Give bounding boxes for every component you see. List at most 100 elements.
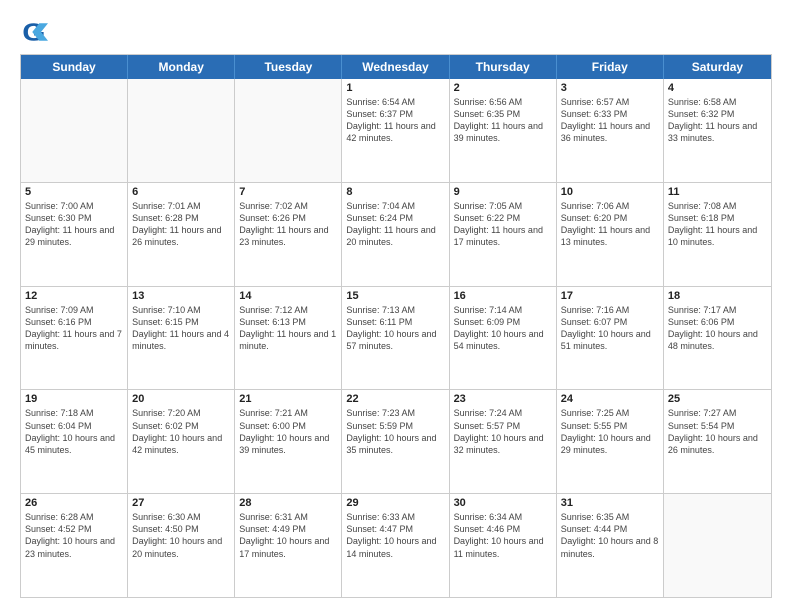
calendar-cell: 11 Sunrise: 7:08 AM Sunset: 6:18 PM Dayli… (664, 183, 771, 286)
calendar-cell (128, 79, 235, 182)
calendar-cell: 18 Sunrise: 7:17 AM Sunset: 6:06 PM Dayli… (664, 287, 771, 390)
day-info: Sunrise: 7:21 AM Sunset: 6:00 PM Dayligh… (239, 407, 337, 456)
calendar-cell: 6Sunrise: 7:01 AM Sunset: 6:28 PM Daylig… (128, 183, 235, 286)
day-info: Sunrise: 6:57 AM Sunset: 6:33 PM Dayligh… (561, 96, 659, 145)
day-info: Sunrise: 7:17 AM Sunset: 6:06 PM Dayligh… (668, 304, 767, 353)
day-info: Sunrise: 7:16 AM Sunset: 6:07 PM Dayligh… (561, 304, 659, 353)
day-info: Sunrise: 7:08 AM Sunset: 6:18 PM Dayligh… (668, 200, 767, 249)
calendar-header-row: SundayMondayTuesdayWednesdayThursdayFrid… (21, 55, 771, 79)
calendar-week-2: 5 Sunrise: 7:00 AM Sunset: 6:30 PM Daylig… (21, 182, 771, 286)
day-info: Sunrise: 6:33 AM Sunset: 4:47 PM Dayligh… (346, 511, 444, 560)
day-number: 28 (239, 497, 337, 509)
calendar-cell: 8Sunrise: 7:04 AM Sunset: 6:24 PM Daylig… (342, 183, 449, 286)
day-number: 1 (346, 82, 444, 94)
calendar-cell: 9 Sunrise: 7:05 AM Sunset: 6:22 PM Daylig… (450, 183, 557, 286)
day-info: Sunrise: 7:23 AM Sunset: 5:59 PM Dayligh… (346, 407, 444, 456)
calendar-cell: 28 Sunrise: 6:31 AM Sunset: 4:49 PM Dayli… (235, 494, 342, 597)
day-info: Sunrise: 7:06 AM Sunset: 6:20 PM Dayligh… (561, 200, 659, 249)
day-number: 22 (346, 393, 444, 405)
logo-icon (20, 18, 48, 46)
calendar-cell: 1Sunrise: 6:54 AM Sunset: 6:37 PM Daylig… (342, 79, 449, 182)
day-number: 29 (346, 497, 444, 509)
logo (20, 18, 52, 46)
day-info: Sunrise: 6:34 AM Sunset: 4:46 PM Dayligh… (454, 511, 552, 560)
day-info: Sunrise: 7:13 AM Sunset: 6:11 PM Dayligh… (346, 304, 444, 353)
page: SundayMondayTuesdayWednesdayThursdayFrid… (0, 0, 792, 612)
calendar-cell: 12 Sunrise: 7:09 AM Sunset: 6:16 PM Dayli… (21, 287, 128, 390)
day-info: Sunrise: 7:10 AM Sunset: 6:15 PM Dayligh… (132, 304, 230, 353)
calendar-cell (21, 79, 128, 182)
calendar-cell: 17Sunrise: 7:16 AM Sunset: 6:07 PM Dayli… (557, 287, 664, 390)
day-number: 2 (454, 82, 552, 94)
calendar-header-tuesday: Tuesday (235, 55, 342, 79)
day-info: Sunrise: 7:27 AM Sunset: 5:54 PM Dayligh… (668, 407, 767, 456)
calendar-cell: 4 Sunrise: 6:58 AM Sunset: 6:32 PM Daylig… (664, 79, 771, 182)
day-number: 7 (239, 186, 337, 198)
day-number: 27 (132, 497, 230, 509)
calendar-cell: 27Sunrise: 6:30 AM Sunset: 4:50 PM Dayli… (128, 494, 235, 597)
day-number: 26 (25, 497, 123, 509)
calendar-cell: 26 Sunrise: 6:28 AM Sunset: 4:52 PM Dayli… (21, 494, 128, 597)
calendar-body: 1Sunrise: 6:54 AM Sunset: 6:37 PM Daylig… (21, 79, 771, 597)
calendar-cell: 7 Sunrise: 7:02 AM Sunset: 6:26 PM Daylig… (235, 183, 342, 286)
calendar-cell (235, 79, 342, 182)
calendar-cell: 20 Sunrise: 7:20 AM Sunset: 6:02 PM Dayli… (128, 390, 235, 493)
calendar-week-1: 1Sunrise: 6:54 AM Sunset: 6:37 PM Daylig… (21, 79, 771, 182)
day-info: Sunrise: 7:02 AM Sunset: 6:26 PM Dayligh… (239, 200, 337, 249)
calendar-header-monday: Monday (128, 55, 235, 79)
day-number: 10 (561, 186, 659, 198)
day-info: Sunrise: 7:18 AM Sunset: 6:04 PM Dayligh… (25, 407, 123, 456)
calendar: SundayMondayTuesdayWednesdayThursdayFrid… (20, 54, 772, 598)
header (20, 18, 772, 46)
day-info: Sunrise: 7:01 AM Sunset: 6:28 PM Dayligh… (132, 200, 230, 249)
day-info: Sunrise: 7:24 AM Sunset: 5:57 PM Dayligh… (454, 407, 552, 456)
day-info: Sunrise: 7:00 AM Sunset: 6:30 PM Dayligh… (25, 200, 123, 249)
calendar-cell: 21 Sunrise: 7:21 AM Sunset: 6:00 PM Dayli… (235, 390, 342, 493)
day-number: 20 (132, 393, 230, 405)
calendar-cell: 24 Sunrise: 7:25 AM Sunset: 5:55 PM Dayli… (557, 390, 664, 493)
day-info: Sunrise: 6:31 AM Sunset: 4:49 PM Dayligh… (239, 511, 337, 560)
day-info: Sunrise: 7:12 AM Sunset: 6:13 PM Dayligh… (239, 304, 337, 353)
day-number: 24 (561, 393, 659, 405)
day-number: 31 (561, 497, 659, 509)
calendar-cell: 2 Sunrise: 6:56 AM Sunset: 6:35 PM Daylig… (450, 79, 557, 182)
day-number: 25 (668, 393, 767, 405)
calendar-week-3: 12 Sunrise: 7:09 AM Sunset: 6:16 PM Dayli… (21, 286, 771, 390)
calendar-cell: 10 Sunrise: 7:06 AM Sunset: 6:20 PM Dayli… (557, 183, 664, 286)
day-info: Sunrise: 7:05 AM Sunset: 6:22 PM Dayligh… (454, 200, 552, 249)
day-info: Sunrise: 7:20 AM Sunset: 6:02 PM Dayligh… (132, 407, 230, 456)
day-number: 18 (668, 290, 767, 302)
calendar-header-friday: Friday (557, 55, 664, 79)
calendar-cell: 30 Sunrise: 6:34 AM Sunset: 4:46 PM Dayli… (450, 494, 557, 597)
day-info: Sunrise: 7:14 AM Sunset: 6:09 PM Dayligh… (454, 304, 552, 353)
day-number: 19 (25, 393, 123, 405)
day-number: 5 (25, 186, 123, 198)
calendar-cell: 14Sunrise: 7:12 AM Sunset: 6:13 PM Dayli… (235, 287, 342, 390)
calendar-cell: 13Sunrise: 7:10 AM Sunset: 6:15 PM Dayli… (128, 287, 235, 390)
day-info: Sunrise: 6:58 AM Sunset: 6:32 PM Dayligh… (668, 96, 767, 145)
calendar-header-wednesday: Wednesday (342, 55, 449, 79)
day-info: Sunrise: 7:25 AM Sunset: 5:55 PM Dayligh… (561, 407, 659, 456)
day-number: 21 (239, 393, 337, 405)
calendar-week-4: 19 Sunrise: 7:18 AM Sunset: 6:04 PM Dayli… (21, 389, 771, 493)
day-number: 12 (25, 290, 123, 302)
calendar-cell: 3 Sunrise: 6:57 AM Sunset: 6:33 PM Daylig… (557, 79, 664, 182)
day-number: 16 (454, 290, 552, 302)
day-info: Sunrise: 6:35 AM Sunset: 4:44 PM Dayligh… (561, 511, 659, 560)
day-number: 11 (668, 186, 767, 198)
calendar-cell: 31 Sunrise: 6:35 AM Sunset: 4:44 PM Dayli… (557, 494, 664, 597)
calendar-cell: 25 Sunrise: 7:27 AM Sunset: 5:54 PM Dayli… (664, 390, 771, 493)
calendar-cell (664, 494, 771, 597)
calendar-cell: 5 Sunrise: 7:00 AM Sunset: 6:30 PM Daylig… (21, 183, 128, 286)
calendar-header-saturday: Saturday (664, 55, 771, 79)
day-number: 4 (668, 82, 767, 94)
day-info: Sunrise: 6:28 AM Sunset: 4:52 PM Dayligh… (25, 511, 123, 560)
day-info: Sunrise: 7:09 AM Sunset: 6:16 PM Dayligh… (25, 304, 123, 353)
calendar-cell: 16 Sunrise: 7:14 AM Sunset: 6:09 PM Dayli… (450, 287, 557, 390)
day-number: 30 (454, 497, 552, 509)
calendar-cell: 15Sunrise: 7:13 AM Sunset: 6:11 PM Dayli… (342, 287, 449, 390)
day-number: 9 (454, 186, 552, 198)
day-info: Sunrise: 6:56 AM Sunset: 6:35 PM Dayligh… (454, 96, 552, 145)
day-number: 8 (346, 186, 444, 198)
day-number: 3 (561, 82, 659, 94)
